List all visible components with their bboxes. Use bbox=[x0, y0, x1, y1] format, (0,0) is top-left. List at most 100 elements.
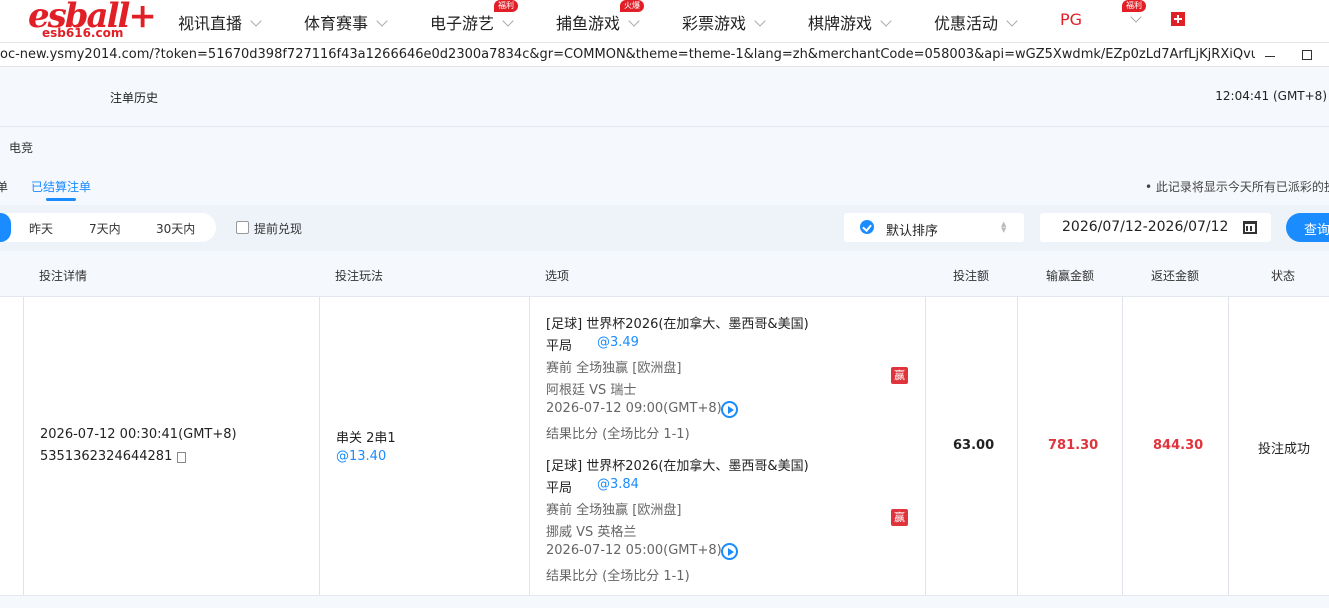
nav-item-label: 棋牌游戏 bbox=[808, 14, 873, 33]
play-type: 串关 2串1 bbox=[336, 431, 396, 446]
date-range-pills: 昨天 7天内 30天内 bbox=[0, 213, 216, 242]
sort-caret-icon: ▲ ▼ bbox=[1001, 220, 1007, 234]
chevron-down-icon bbox=[502, 15, 514, 27]
range-7-days[interactable]: 7天内 bbox=[89, 220, 121, 237]
nav-item-chess[interactable]: 棋牌游戏 bbox=[808, 10, 892, 34]
selection-kickoff: 2026-07-12 05:00(GMT+8) bbox=[546, 543, 722, 558]
nav-item-lottery[interactable]: 彩票游戏 bbox=[682, 10, 766, 34]
col-bet-type: 投注玩法 bbox=[335, 269, 384, 283]
early-cashout-label: 提前兑现 bbox=[254, 222, 303, 236]
col-bet-details: 投注详情 bbox=[39, 269, 88, 283]
column-divider bbox=[23, 297, 24, 595]
selection-match: 阿根廷 VS 瑞士 bbox=[546, 383, 637, 398]
active-tab-indicator bbox=[46, 198, 76, 201]
tab-esports[interactable]: 电竞 bbox=[9, 139, 33, 156]
selection-odds: @3.84 bbox=[597, 477, 639, 492]
return-amount: 844.30 bbox=[1153, 438, 1204, 453]
app-header: 注单历史 12:04:41 (GMT+8) bbox=[0, 67, 1329, 127]
nav-badge: 福利 bbox=[494, 0, 518, 12]
range-30-days[interactable]: 30天内 bbox=[156, 220, 195, 237]
query-button[interactable]: 查询 bbox=[1286, 213, 1329, 242]
sort-select[interactable]: 默认排序 ▲ ▼ bbox=[844, 213, 1024, 242]
col-return: 返还金额 bbox=[1151, 269, 1200, 283]
range-today-pill[interactable] bbox=[0, 213, 11, 242]
site-logo[interactable]: esball+ esb616.com bbox=[28, 0, 157, 40]
table-row: 2026-07-12 00:30:41(GMT+8) 5351362324644… bbox=[0, 296, 1329, 596]
table-header: 投注详情 投注玩法 选项 投注额 输赢金额 返还金额 状态 bbox=[0, 257, 1329, 291]
chevron-down-icon bbox=[880, 15, 892, 27]
clock-display: 12:04:41 (GMT+8) bbox=[1215, 89, 1327, 103]
notice-text: • 此记录将显示今天所有已派彩的投 bbox=[1145, 180, 1329, 194]
col-status: 状态 bbox=[1271, 269, 1296, 283]
nav-item-label: 视讯直播 bbox=[178, 14, 243, 33]
check-circle-icon bbox=[860, 220, 874, 234]
selection-match: 挪威 VS 英格兰 bbox=[546, 525, 637, 540]
col-stake: 投注额 bbox=[953, 269, 990, 283]
range-yesterday[interactable]: 昨天 bbox=[29, 220, 53, 237]
tab-settled[interactable]: 已结算注单 bbox=[31, 178, 91, 195]
selection-league: [足球] 世界杯2026(在加拿大、墨西哥&美国) bbox=[546, 317, 809, 332]
chevron-down-icon bbox=[376, 15, 388, 27]
column-divider bbox=[925, 297, 926, 595]
selection-market: 赛前 全场独赢 [欧洲盘] bbox=[546, 361, 682, 376]
play-video-icon[interactable] bbox=[721, 401, 738, 418]
minimize-icon[interactable] bbox=[1264, 48, 1276, 60]
swiss-flag-icon[interactable] bbox=[1171, 12, 1185, 26]
chevron-down-icon bbox=[1130, 11, 1142, 23]
selection-result: 结果比分 (全场比分 1-1) bbox=[546, 569, 690, 584]
nav-item-pg[interactable]: PG 福利 bbox=[1060, 0, 1146, 29]
bet-history-app: 注单历史 12:04:41 (GMT+8) 电竞 单 已结算注单 • 此记录将显… bbox=[0, 67, 1329, 608]
column-divider bbox=[319, 297, 320, 595]
filter-bar: 昨天 7天内 30天内 提前兑现 默认排序 ▲ ▼ 2026/07/12-2026… bbox=[0, 205, 1329, 251]
site-nav: esball+ esb616.com 视讯直播 体育赛事 电子游艺 福利 捕鱼游… bbox=[0, 0, 1329, 42]
nav-item-label: 优惠活动 bbox=[934, 14, 999, 33]
nav-item-label: PG bbox=[1060, 10, 1083, 29]
selection-odds: @3.49 bbox=[597, 335, 639, 350]
copy-icon[interactable] bbox=[174, 452, 186, 468]
win-badge: 赢 bbox=[891, 509, 908, 526]
date-range-picker[interactable]: 2026/07/12-2026/07/12 bbox=[1040, 213, 1271, 242]
column-divider bbox=[1017, 297, 1018, 595]
bet-status: 投注成功 bbox=[1258, 442, 1311, 457]
nav-item-label: 电子游艺 bbox=[430, 14, 495, 33]
maximize-icon[interactable] bbox=[1302, 50, 1312, 60]
win-badge: 赢 bbox=[891, 367, 908, 384]
nav-item-slots[interactable]: 电子游艺 福利 bbox=[430, 0, 518, 34]
bet-id: 5351362324644281 bbox=[40, 449, 173, 464]
column-divider bbox=[1228, 297, 1229, 595]
stake-amount: 63.00 bbox=[953, 438, 995, 453]
selection-kickoff: 2026-07-12 09:00(GMT+8) bbox=[546, 401, 722, 416]
play-video-icon[interactable] bbox=[721, 543, 738, 560]
selection-league: [足球] 世界杯2026(在加拿大、墨西哥&美国) bbox=[546, 459, 809, 474]
nav-item-fishing[interactable]: 捕鱼游戏 火爆 bbox=[556, 0, 644, 34]
nav-item-promotions[interactable]: 优惠活动 bbox=[934, 10, 1018, 34]
nav-badge: 火爆 bbox=[620, 0, 644, 12]
selection-pick: 平局 bbox=[546, 339, 573, 354]
url-text: oc-new.ysmy2014.com/?token=51670d398f727… bbox=[0, 47, 1255, 62]
nav-item-sports[interactable]: 体育赛事 bbox=[304, 10, 388, 34]
nav-badge: 福利 bbox=[1122, 0, 1146, 12]
tab-unsettled[interactable]: 单 bbox=[0, 178, 8, 195]
play-odds: @13.40 bbox=[336, 449, 387, 464]
chevron-down-icon bbox=[754, 15, 766, 27]
chevron-down-icon bbox=[628, 15, 640, 27]
logo-domain: esb616.com bbox=[42, 26, 124, 40]
win-loss-amount: 781.30 bbox=[1048, 438, 1099, 453]
nav-item-live[interactable]: 视讯直播 bbox=[178, 10, 262, 34]
nav-item-label: 体育赛事 bbox=[304, 14, 369, 33]
selection-market: 赛前 全场独赢 [欧洲盘] bbox=[546, 503, 682, 518]
nav-item-label: 彩票游戏 bbox=[682, 14, 747, 33]
calendar-icon bbox=[1243, 221, 1257, 234]
col-win-loss: 输赢金额 bbox=[1046, 269, 1095, 283]
selection-result: 结果比分 (全场比分 1-1) bbox=[546, 427, 690, 442]
bet-time: 2026-07-12 00:30:41(GMT+8) bbox=[40, 427, 237, 442]
nav-item-label: 捕鱼游戏 bbox=[556, 14, 621, 33]
page-title: 注单历史 bbox=[110, 91, 159, 105]
sort-label: 默认排序 bbox=[886, 224, 939, 239]
column-divider bbox=[1122, 297, 1123, 595]
chevron-down-icon bbox=[250, 15, 262, 27]
early-cashout-checkbox[interactable] bbox=[236, 221, 249, 234]
chevron-down-icon bbox=[1006, 15, 1018, 27]
window-url-bar: oc-new.ysmy2014.com/?token=51670d398f727… bbox=[0, 42, 1329, 67]
col-selection: 选项 bbox=[545, 269, 570, 283]
